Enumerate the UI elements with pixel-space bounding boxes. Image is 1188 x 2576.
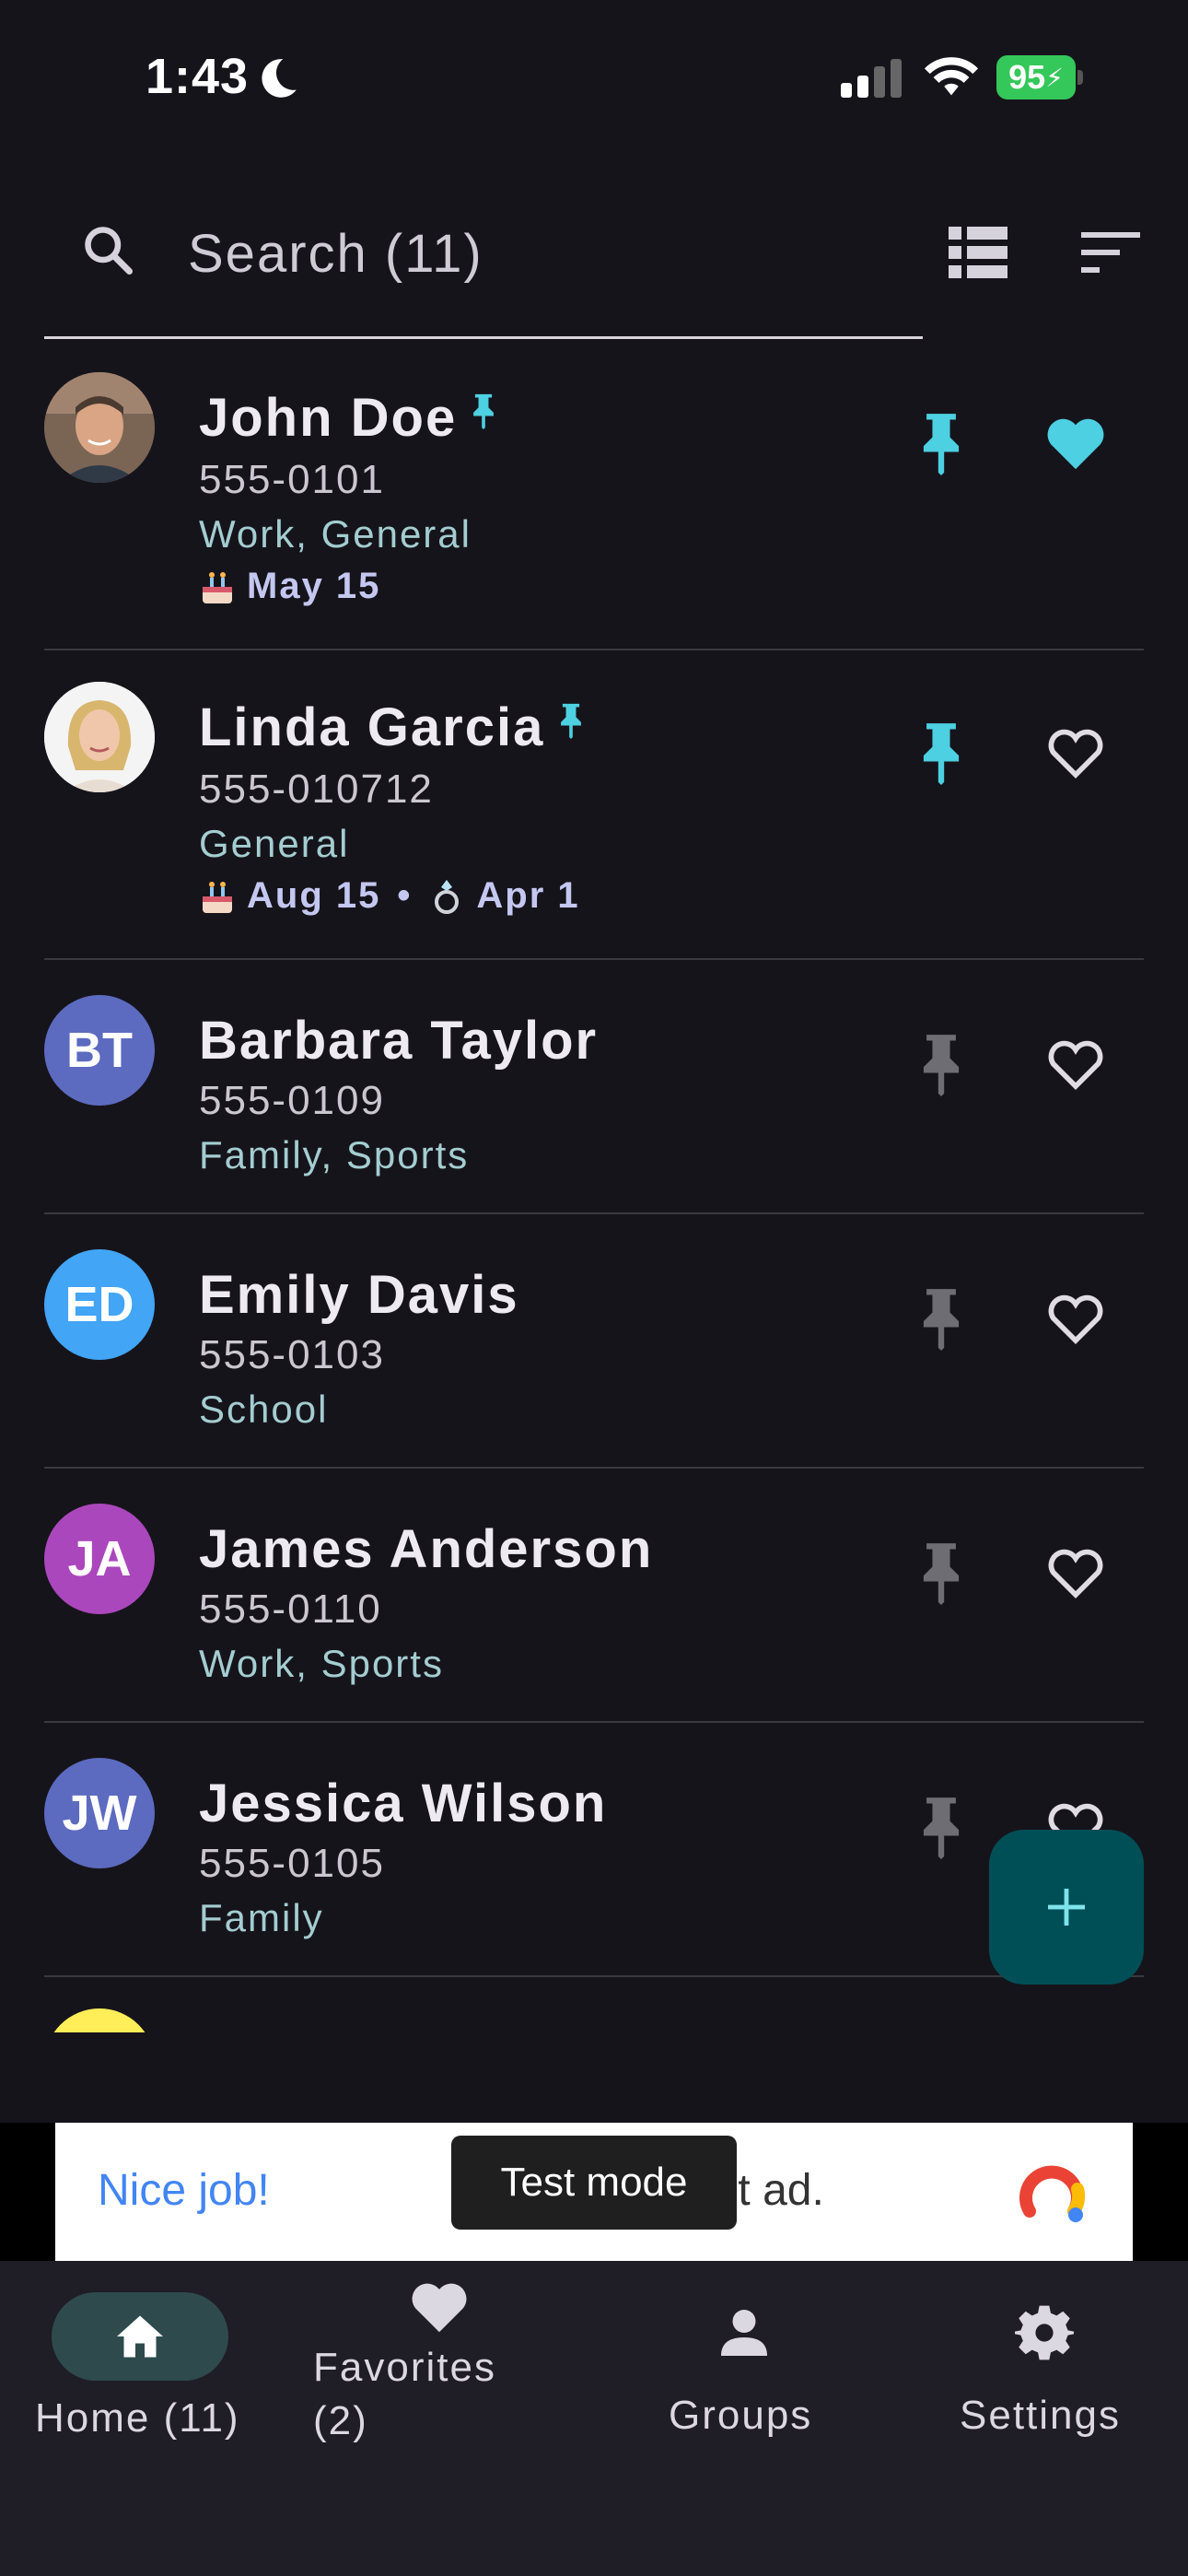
search-bar[interactable] xyxy=(44,203,923,339)
battery-icon: 95 ⚡ xyxy=(996,55,1085,100)
pin-button[interactable] xyxy=(915,411,967,475)
contact-name: Emily Davis xyxy=(199,1265,519,1325)
favorite-button[interactable] xyxy=(1044,1036,1107,1093)
contact-groups: General xyxy=(199,822,350,865)
pin-button[interactable] xyxy=(915,1286,967,1351)
contact-dates: May 15 xyxy=(199,566,380,607)
avatar: JA xyxy=(44,1504,155,1614)
heart-icon xyxy=(412,2283,467,2333)
contact-list: John Doe 555-0101 Work, General May 15 L… xyxy=(44,341,1144,2032)
contact-row-linda-garcia[interactable]: Linda Garcia 555-010712 General Aug 15 •… xyxy=(44,650,1144,960)
gear-icon xyxy=(1015,2305,1074,2360)
contact-name: Jessica Wilson xyxy=(199,1774,608,1833)
nav-favorites[interactable]: Favorites (2) xyxy=(313,2279,496,2448)
avatar xyxy=(44,372,155,483)
birthday-date: Aug 15 xyxy=(247,875,381,916)
nav-favorites-count: (2) xyxy=(313,2398,368,2443)
pin-button[interactable] xyxy=(915,720,967,785)
contact-dates: Aug 15 • Apr 1 xyxy=(199,875,580,917)
contact-phone: 555-0109 xyxy=(199,1078,385,1123)
contact-groups: Family, Sports xyxy=(199,1133,470,1177)
nav-home[interactable]: Home (11) xyxy=(35,2392,240,2445)
nav-home-label: Home (11) xyxy=(35,2395,240,2441)
contact-phone: 555-0110 xyxy=(199,1587,382,1632)
pinned-badge-icon xyxy=(561,703,582,739)
ring-icon xyxy=(435,879,460,914)
home-icon xyxy=(117,2315,163,2358)
nav-home-indicator[interactable] xyxy=(52,2292,228,2381)
search-icon xyxy=(85,227,133,275)
pin-button[interactable] xyxy=(915,1032,967,1096)
avatar: JW xyxy=(44,1758,155,1868)
birthday-cake-icon xyxy=(203,881,232,913)
avatar: ED xyxy=(44,1249,155,1360)
contact-row-james-anderson[interactable]: JA James Anderson 555-0110 Work, Sports xyxy=(44,1469,1144,1723)
contact-row-partial[interactable] xyxy=(44,1977,1144,2032)
contact-phone: 555-0101 xyxy=(199,457,385,502)
contact-groups: Family xyxy=(199,1896,324,1939)
avatar xyxy=(44,682,155,792)
contact-row-jessica-wilson[interactable]: JW Jessica Wilson 555-0105 Family xyxy=(44,1723,1144,1977)
nav-groups-label: Groups xyxy=(669,2393,813,2438)
contact-name: James Anderson xyxy=(199,1519,654,1579)
list-view-icon[interactable] xyxy=(949,225,1007,280)
plus-icon xyxy=(1048,1889,1085,1926)
avatar: BT xyxy=(44,995,155,1106)
status-bar: 1:43 95 ⚡ xyxy=(0,0,1188,157)
birthday-cake-icon xyxy=(203,571,232,603)
battery-level: 95 xyxy=(1008,58,1046,96)
pin-button[interactable] xyxy=(915,1540,967,1605)
moon-icon xyxy=(262,59,297,98)
contact-row-emily-davis[interactable]: ED Emily Davis 555-0103 School xyxy=(44,1214,1144,1469)
cellular-signal-icon xyxy=(841,59,902,98)
contact-row-barbara-taylor[interactable]: BT Barbara Taylor 555-0109 Family, Sport… xyxy=(44,960,1144,1214)
contact-phone: 555-0105 xyxy=(199,1841,385,1886)
sort-icon[interactable] xyxy=(1081,228,1140,276)
nav-settings[interactable]: Settings xyxy=(960,2303,1121,2442)
test-mode-label: Test mode xyxy=(451,2136,737,2230)
contact-row-john-doe[interactable]: John Doe 555-0101 Work, General May 15 xyxy=(44,341,1144,650)
date-separator: • xyxy=(397,875,413,916)
ad-logo-icon xyxy=(1019,2165,1086,2222)
favorite-button[interactable] xyxy=(1044,724,1107,781)
favorite-button[interactable] xyxy=(1044,1544,1107,1601)
contact-groups: Work, Sports xyxy=(199,1642,444,1685)
pinned-badge-icon xyxy=(473,393,495,429)
contact-groups: Work, General xyxy=(199,512,472,556)
contact-phone: 555-010712 xyxy=(199,767,434,812)
wifi-icon xyxy=(924,57,979,96)
nav-groups[interactable]: Groups xyxy=(669,2305,812,2442)
contact-groups: School xyxy=(199,1388,329,1431)
favorite-button[interactable] xyxy=(1044,1290,1107,1347)
pin-button[interactable] xyxy=(915,1795,967,1859)
contact-name: Barbara Taylor xyxy=(199,1011,599,1071)
nav-settings-label: Settings xyxy=(960,2393,1121,2438)
status-time: 1:43 xyxy=(146,49,250,104)
contact-name: Linda Garcia xyxy=(199,697,585,758)
person-icon xyxy=(721,2310,767,2356)
search-input[interactable] xyxy=(188,212,888,295)
nav-favorites-label: Favorites xyxy=(313,2345,496,2390)
favorite-button[interactable] xyxy=(1044,415,1107,472)
anniversary-date: Apr 1 xyxy=(476,875,580,916)
ad-headline: Nice job! xyxy=(98,2166,270,2215)
birthday-date: May 15 xyxy=(247,566,381,606)
contact-name: John Doe xyxy=(199,387,497,449)
contact-phone: 555-0103 xyxy=(199,1332,385,1377)
add-contact-button[interactable] xyxy=(989,1830,1144,1985)
avatar xyxy=(44,2008,155,2032)
